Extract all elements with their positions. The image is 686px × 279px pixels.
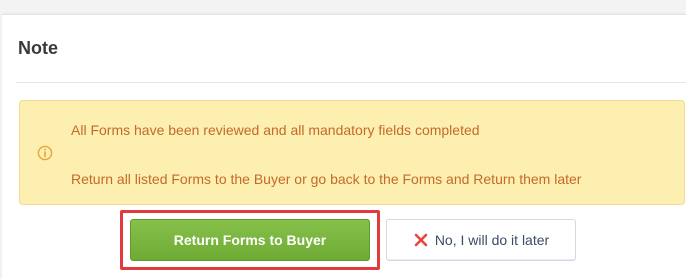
do-it-later-button[interactable]: No, I will do it later [386, 219, 576, 261]
info-circle-icon [37, 145, 53, 161]
info-alert: All Forms have been reviewed and all man… [19, 100, 685, 205]
do-it-later-button-label: No, I will do it later [434, 232, 550, 248]
top-strip [0, 0, 686, 14]
note-title: Note [18, 38, 58, 58]
title-divider [16, 82, 686, 83]
alert-message-line-1: All Forms have been reviewed and all man… [71, 122, 480, 138]
return-forms-button-label: Return Forms to Buyer [173, 232, 327, 248]
alert-message-line-2: Return all listed Forms to the Buyer or … [71, 171, 582, 187]
return-forms-to-buyer-button[interactable]: Return Forms to Buyer [130, 219, 370, 261]
close-x-icon [413, 232, 429, 248]
